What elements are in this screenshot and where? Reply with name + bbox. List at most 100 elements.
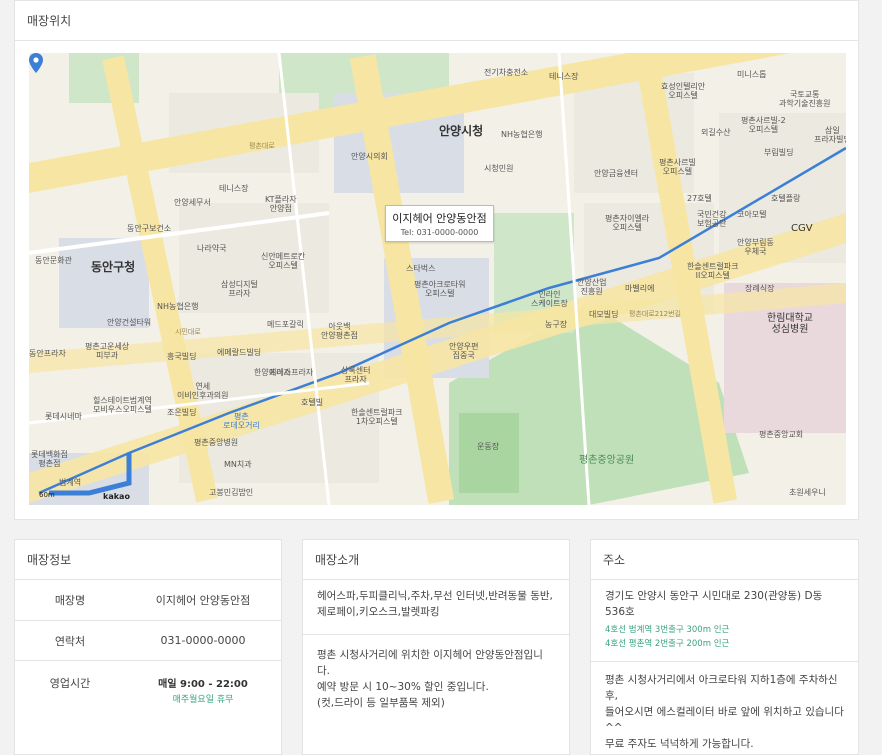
map-label-culture: 동안문화관 — [35, 256, 72, 265]
map-label-jungang-hosp: 평촌중앙병원 — [194, 438, 239, 447]
map-label-hallym: 한림대학교 성심병원 — [767, 313, 813, 335]
info-value-name: 이지헤어 안양동안점 — [155, 594, 251, 607]
map-label-road-pyeongchon: 평촌대로 — [249, 142, 275, 150]
map-label-road-simin: 시민대로 — [175, 328, 201, 336]
map-label-heungguk: 흥국빌딩 — [167, 352, 197, 361]
store-popup[interactable]: 이지헤어 안양동안점 Tel: 031-0000-0000 — [385, 205, 494, 242]
address-block: 경기도 안양시 동안구 시민대로 230(관양동) D동 536호 4호선 범계… — [591, 580, 858, 662]
map-label-samsung: 삼성디지털 프라자 — [221, 280, 258, 298]
map-label-park: 평촌중앙공원 — [579, 455, 635, 466]
info-row-hours: 영업시간 매일 9:00 - 22:00 매주월요일 휴무 — [15, 661, 281, 713]
store-info-title: 매장정보 — [15, 540, 281, 580]
map-label-church: 평촌중앙교회 — [759, 430, 804, 439]
map-label-hotel-plaza: 호텔플랑 — [771, 194, 801, 203]
map-label-financial: 안양금융센터 — [594, 169, 639, 178]
map-label-cityhall: 안양시청 — [439, 124, 484, 138]
map-label-emerald: 에메랄드빌딩 — [217, 348, 262, 357]
map-label-beomgye: 범계역 — [59, 478, 82, 487]
map-label-gobong: 고봉민김밥인 — [209, 488, 254, 497]
map-label-boorim: 부림빌딩 — [764, 148, 794, 157]
map-label-inline: 인라인 스케이트장 — [531, 290, 568, 308]
map-label-council: 안양시의회 — [351, 152, 388, 161]
info-label-hours: 영업시간 — [49, 677, 91, 690]
map-label-joeun: 조은빌딩 — [167, 408, 197, 417]
map-label-motel27: 27호텔 — [687, 194, 712, 203]
map-label-ministop: 미니스톱 — [737, 70, 767, 79]
map-label-med: 메드포갈릭 — [267, 320, 304, 329]
map-label-shinan: 신안메트로칸 오피스텔 — [261, 252, 306, 270]
map-label-kt: KT플라자 안양점 — [265, 195, 297, 213]
map-label-hillstate: 힐스테이트범계역 모비우스오피스텔 — [93, 396, 152, 414]
address-subway-2: 4호선 평촌역 2번출구 200m 인근 — [605, 639, 730, 649]
map-label-mn: MN치과 — [224, 460, 252, 469]
map-label-lotte-dept: 롯데백화점 평촌점 — [31, 450, 68, 468]
map-label-pharmacy: 나라약국 — [197, 244, 227, 253]
map-label-lotte: 롯데시네마 — [45, 412, 82, 421]
map-label-funeral: 장례식장 — [745, 284, 775, 293]
map-section-title: 매장위치 — [15, 1, 858, 41]
map-label-hansol2: 한솔센트럴파크 II오피스텔 — [687, 262, 739, 280]
map-label-tennis2: 테니스장 — [219, 184, 249, 193]
map-label-hotel: 호텔빌 — [301, 398, 324, 407]
kakao-logo: kakao — [103, 492, 130, 501]
map-section: 매장위치 안양시청 동안구청 평촌중앙공원 스타벅스 평촌아크로타워 오피스텔 … — [14, 0, 859, 520]
map-label-sanup: 안양산업 진흥원 — [577, 278, 607, 296]
map-label-daemo: 대모빌딩 — [589, 310, 619, 319]
map-scale: 60m — [39, 491, 55, 499]
address-main: 경기도 안양시 동안구 시민대로 230(관양동) D동 536호 — [605, 590, 823, 618]
map-label-samil: 삼일 프라자빌딩 — [814, 126, 846, 144]
map-label-chowon: 초원세우니 — [789, 488, 826, 497]
map-label-minwon: 시청민원 — [484, 164, 514, 173]
map-label-sarvil: 평촌사르빌 오피스텔 — [659, 158, 696, 176]
map-label-oegae: 외길수산 — [701, 128, 731, 137]
map-label-dongan-office: 동안구청 — [91, 260, 136, 274]
address-section: 주소 경기도 안양시 동안구 시민대로 230(관양동) D동 536호 4호선… — [590, 539, 859, 755]
map-label-dental: 평촌고운세상 피부과 — [85, 342, 130, 360]
map-label-sangrok: 상록센터 프라자 — [341, 366, 371, 384]
map-label-hyosung: 효성인텔리안 오피스텔 — [661, 82, 706, 100]
address-parking: 평촌 시청사거리에서 아크로타워 지하1층에 주차하신 후, 들어오시면 에스컬… — [605, 674, 844, 750]
map-label-officetel2: 평촌사르빌-2 오피스텔 — [741, 116, 786, 134]
info-label-contact: 연락처 — [54, 634, 86, 648]
map-label-sports: 운동장 — [477, 442, 500, 451]
store-facilities: 헤어스파,두피클리닉,주차,무선 인터넷,반려동물 동반,제로페이,키오스크,발… — [303, 580, 569, 635]
popup-store-name: 이지헤어 안양동안점 — [392, 212, 487, 225]
store-intro-section: 매장소개 헤어스파,두피클리닉,주차,무선 인터넷,반려동물 동반,제로페이,키… — [302, 539, 570, 755]
info-value-contact: 031-0000-0000 — [160, 634, 246, 647]
map-label-hansol: 한솔센트럴파크 1차오피스텔 — [351, 408, 403, 426]
map-label-dongan-plaza: 동안프라자 — [29, 349, 66, 358]
map-label-cgv: CGV — [791, 223, 813, 234]
map-label-science: 국토교통 과학기술진흥원 — [779, 90, 831, 108]
map-label-health-ins: 국민건강 보험공단 — [697, 210, 727, 228]
map-label-nh2: NH농협은행 — [157, 302, 199, 311]
map-label-mabelle: 마벨리에 — [625, 284, 655, 293]
map-label-road-212: 평촌대로212번길 — [629, 310, 682, 318]
store-info-section: 매장정보 매장명 이지헤어 안양동안점 연락처 031-0000-0000 영업… — [14, 539, 282, 755]
map-label-tennis: 테니스장 — [549, 72, 579, 81]
map-label-outback: 아웃백 안양평촌점 — [321, 322, 358, 340]
address-title: 주소 — [591, 540, 858, 580]
map-label-tax: 안양세무서 — [174, 198, 211, 207]
map-label-bank: NH농협은행 — [501, 130, 543, 139]
map-label-post2: 안양부림동 우체국 — [737, 238, 774, 256]
store-intro-title: 매장소개 — [303, 540, 569, 580]
map-label-health: 동안구보건소 — [127, 224, 172, 233]
map-label-post: 안양우편 집중국 — [449, 342, 479, 360]
store-description: 평촌 시청사거리에 위치한 이지헤어 안양동안점입니다. 예약 방문 시 10~… — [317, 649, 543, 709]
map-label-yeonse: 연세 이비인후과의원 — [177, 382, 229, 400]
map-label-ev: 전기차충전소 — [484, 68, 529, 77]
map-label-construction: 안양건설타워 — [107, 318, 152, 327]
info-label-name: 매장명 — [54, 594, 86, 607]
info-value-hours: 매일 9:00 - 22:00 — [158, 679, 248, 690]
map-label-core: 코아모텔 — [737, 210, 767, 219]
map-label-rodeo: 평촌 로데오거리 — [223, 412, 260, 430]
address-subway-1: 4호선 범계역 3번출구 300m 인근 — [605, 625, 730, 635]
map-label-starbucks: 스타벅스 — [406, 264, 436, 273]
info-row-contact: 연락처 031-0000-0000 — [15, 621, 281, 661]
map-label-acro: 평촌아크로타워 오피스텔 — [414, 280, 466, 298]
map-label-ace: 에이스프라자 — [269, 368, 314, 377]
popup-store-tel: Tel: 031-0000-0000 — [400, 228, 479, 237]
map-label-basket: 농구장 — [545, 320, 568, 329]
location-marker-icon[interactable] — [29, 53, 43, 73]
map-view[interactable]: 안양시청 동안구청 평촌중앙공원 스타벅스 평촌아크로타워 오피스텔 안양우편 … — [29, 53, 846, 505]
